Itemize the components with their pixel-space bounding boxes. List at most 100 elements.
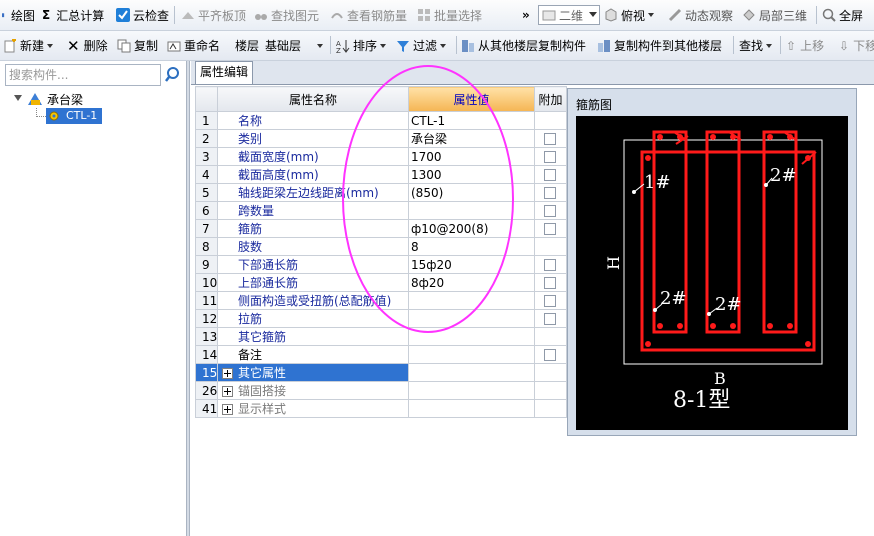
- row-number: 4: [195, 165, 218, 184]
- property-group-row[interactable]: 15 其它属性: [195, 363, 567, 382]
- rename-button[interactable]: 重命名: [167, 31, 220, 60]
- copy-to-floor-button[interactable]: 复制构件到其他楼层: [597, 31, 722, 60]
- extra-checkbox[interactable]: [544, 151, 556, 163]
- extra-checkbox[interactable]: [544, 295, 556, 307]
- copy-from-floor-button[interactable]: 从其他楼层复制构件: [461, 31, 586, 60]
- property-value[interactable]: 承台梁: [408, 129, 535, 148]
- move-down-button[interactable]: ⇩ 下移: [839, 31, 874, 60]
- extra-checkbox[interactable]: [544, 169, 556, 181]
- expand-plus-icon[interactable]: [222, 368, 233, 379]
- tree-item-ctl-1[interactable]: CTL-1: [46, 108, 102, 124]
- tree-connector: [36, 108, 46, 117]
- expand-plus-icon[interactable]: [222, 386, 233, 397]
- sort-button[interactable]: AZ 排序: [336, 31, 387, 60]
- property-row[interactable]: 7 箍筋 ф10@200(8): [195, 219, 567, 238]
- chevron-down-icon: [589, 12, 597, 17]
- more-tools-button[interactable]: »: [522, 0, 530, 30]
- property-row[interactable]: 5 轴线距梁左边线距离(mm) (850): [195, 183, 567, 202]
- view-mode-dropdown[interactable]: 二维: [538, 5, 600, 25]
- move-up-button[interactable]: ⇧ 上移: [786, 31, 824, 60]
- property-value[interactable]: [408, 309, 535, 328]
- fullscreen-button[interactable]: 全屏: [822, 0, 863, 30]
- extra-checkbox[interactable]: [544, 259, 556, 271]
- row-number: 12: [195, 309, 218, 328]
- new-button[interactable]: 新建: [3, 31, 54, 60]
- expand-plus-icon[interactable]: [222, 404, 233, 415]
- property-row[interactable]: 8 肢数 8: [195, 237, 567, 256]
- property-row[interactable]: 6 跨数量: [195, 201, 567, 220]
- property-value[interactable]: 8: [408, 237, 535, 256]
- group-name[interactable]: 其它属性: [217, 363, 409, 382]
- property-row[interactable]: 10 上部通长筋 8ф20: [195, 273, 567, 292]
- property-row[interactable]: 2 类别 承台梁: [195, 129, 567, 148]
- property-row[interactable]: 4 截面高度(mm) 1300: [195, 165, 567, 184]
- filter-button[interactable]: 过滤: [396, 31, 447, 60]
- row-number: 41: [195, 399, 218, 418]
- property-row[interactable]: 3 截面宽度(mm) 1700: [195, 147, 567, 166]
- rebar-dot: [767, 134, 773, 140]
- find-button[interactable]: 查找: [739, 31, 773, 60]
- component-tree-panel: [0, 61, 186, 536]
- extra-checkbox[interactable]: [544, 187, 556, 199]
- property-value[interactable]: 8ф20: [408, 273, 535, 292]
- property-value[interactable]: CTL-1: [408, 111, 535, 130]
- chevron-down-icon: [380, 43, 387, 48]
- extra-checkbox[interactable]: [544, 223, 556, 235]
- property-name: 类别: [217, 129, 409, 148]
- copy-button[interactable]: 复制: [117, 31, 158, 60]
- property-row[interactable]: 14 备注: [195, 345, 567, 364]
- tree-collapse-toggle[interactable]: [14, 95, 22, 101]
- extra-cell: [534, 327, 567, 346]
- extra-checkbox[interactable]: [544, 133, 556, 145]
- property-value[interactable]: 1700: [408, 147, 535, 166]
- property-value[interactable]: 1300: [408, 165, 535, 184]
- tree-item-root[interactable]: 承台梁: [47, 91, 83, 108]
- find-element-button[interactable]: 查找图元: [254, 0, 319, 30]
- group-name[interactable]: 锚固搭接: [217, 381, 409, 400]
- property-row[interactable]: 9 下部通长筋 15ф20: [195, 255, 567, 274]
- property-value[interactable]: [408, 201, 535, 220]
- stirrup-label-2a: 2#: [770, 165, 797, 186]
- panel-splitter[interactable]: [186, 61, 190, 536]
- search-button[interactable]: [162, 64, 184, 86]
- flat-board-top-button[interactable]: 平齐板顶: [181, 0, 246, 30]
- cloud-check-button[interactable]: 云检查: [116, 0, 169, 30]
- top-view-button[interactable]: 俯视: [604, 0, 655, 30]
- summary-calc-button[interactable]: Σ 汇总计算: [42, 0, 104, 30]
- property-value[interactable]: [408, 327, 535, 346]
- extra-checkbox[interactable]: [544, 277, 556, 289]
- row-number: 14: [195, 345, 218, 364]
- property-group-row[interactable]: 26 锚固搭接: [195, 381, 567, 400]
- draw-button[interactable]: 绘图: [2, 0, 35, 30]
- delete-button[interactable]: ✕ 删除: [67, 31, 108, 60]
- property-row[interactable]: 1 名称 CTL-1: [195, 111, 567, 130]
- group-name[interactable]: 显示样式: [217, 399, 409, 418]
- extra-checkbox[interactable]: [544, 349, 556, 361]
- property-value[interactable]: ф10@200(8): [408, 219, 535, 238]
- property-row[interactable]: 12 拉筋: [195, 309, 567, 328]
- search-input[interactable]: 搜索构件...: [5, 64, 161, 86]
- property-name-header: 属性名称: [217, 86, 409, 112]
- batch-select-button[interactable]: 批量选择: [417, 0, 482, 30]
- extra-cell: [534, 183, 567, 202]
- property-name: 其它箍筋: [217, 327, 409, 346]
- cube-icon: [605, 8, 617, 22]
- property-group-row[interactable]: 41 显示样式: [195, 399, 567, 418]
- property-row[interactable]: 13 其它箍筋: [195, 327, 567, 346]
- flat-board-icon: [182, 12, 194, 19]
- property-value[interactable]: [408, 345, 535, 364]
- extra-checkbox[interactable]: [544, 205, 556, 217]
- local-3d-button[interactable]: 局部三维: [742, 0, 807, 30]
- floor-dropdown[interactable]: 基础层: [265, 31, 327, 60]
- property-value[interactable]: [408, 291, 535, 310]
- property-value[interactable]: (850): [408, 183, 535, 202]
- view-rebar-button[interactable]: 查看钢筋量: [330, 0, 407, 30]
- funnel-icon: [397, 40, 409, 52]
- tab-property-edit[interactable]: 属性编辑: [195, 61, 253, 84]
- property-row[interactable]: 11 侧面构造或受扭筋(总配筋值): [195, 291, 567, 310]
- rebar-dot: [677, 323, 683, 329]
- dynamic-view-button[interactable]: 动态观察: [668, 0, 733, 30]
- rebar-dot: [805, 155, 811, 161]
- property-value[interactable]: 15ф20: [408, 255, 535, 274]
- extra-checkbox[interactable]: [544, 313, 556, 325]
